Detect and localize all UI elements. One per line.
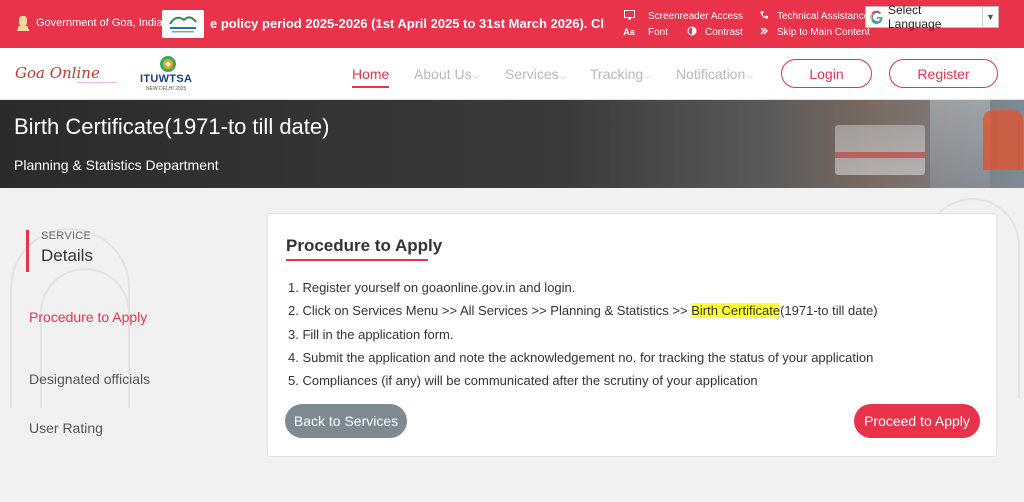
service-details-heading: SERVICE Details <box>26 230 93 272</box>
dropdown-arrow-icon: ▼ <box>982 7 998 27</box>
screenreader-access-link[interactable]: Screenreader Access <box>648 11 743 22</box>
banner-bus-stripe <box>835 152 925 158</box>
chevron-down-icon: ⌵ <box>559 71 567 81</box>
contrast-link[interactable]: Contrast <box>705 27 743 38</box>
chevron-down-icon: ⌵ <box>746 71 754 81</box>
nav-notification-label: Notification <box>676 66 746 82</box>
nav-about-label: About Us <box>414 66 472 82</box>
ituwtsa-text: ITUWTSA <box>140 73 193 85</box>
title-underline <box>286 259 428 261</box>
ituwtsa-logo[interactable]: ITUWTSA NEW DELHI 2025 <box>140 56 198 94</box>
details-label: Details <box>41 246 93 265</box>
nav-home-label: Home <box>352 66 390 82</box>
list-item: 5. Compliances (if any) will be communic… <box>288 373 758 389</box>
ituwtsa-subtext: NEW DELHI 2025 <box>146 86 187 92</box>
banner-building-image <box>930 100 990 188</box>
national-emblem-icon <box>17 16 29 31</box>
banner-person-image <box>983 110 1023 170</box>
procedure-steps: 1. Register yourself on goaonline.gov.in… <box>288 276 878 392</box>
skip-arrows-icon <box>757 26 771 38</box>
nav-about-us[interactable]: About Us⌵ <box>414 66 479 82</box>
chevron-down-icon: ⌵ <box>472 71 480 81</box>
government-label-group: Government of Goa, India <box>16 14 163 32</box>
contrast-icon <box>685 26 699 38</box>
service-label: SERVICE <box>41 230 92 242</box>
nav-services-label: Services <box>505 66 559 82</box>
login-button[interactable]: Login <box>781 59 872 88</box>
language-select[interactable]: Select Language ▼ <box>865 3 999 31</box>
proceed-to-apply-button[interactable]: Proceed to Apply <box>854 404 980 438</box>
list-item: 4. Submit the application and note the a… <box>288 349 874 365</box>
contrast-group: Contrast <box>685 26 743 38</box>
step-text: 2. Click on Services Menu >> All Service… <box>288 303 692 319</box>
chevron-down-icon: ⌵ <box>644 71 651 81</box>
department-name: Planning & Statistics Department <box>14 157 219 173</box>
procedure-title: Procedure to Apply <box>286 236 443 255</box>
sidebar-item-designated-officials[interactable]: Designated officials <box>29 371 150 387</box>
brand-name: Goa Online <box>15 64 100 82</box>
nav-home[interactable]: Home <box>352 66 390 88</box>
technical-assistance-link[interactable]: Technical Assistance <box>777 11 869 22</box>
highlighted-text: Birth Certificate <box>691 303 781 319</box>
monitor-icon <box>622 10 636 22</box>
sidebar-item-user-rating[interactable]: User Rating <box>29 420 103 436</box>
skip-to-main-link[interactable]: Skip to Main Content <box>777 27 870 38</box>
list-item: 1. Register yourself on goaonline.gov.in… <box>288 280 576 295</box>
procedure-card: Procedure to Apply 1. Register yourself … <box>267 213 997 457</box>
main-navbar: Goa Online ITUWTSA NEW DELHI 2025 Home A… <box>0 48 1024 100</box>
font-link[interactable]: Font <box>648 27 668 38</box>
nav-notification[interactable]: Notification⌵ <box>676 66 753 82</box>
page-banner: Birth Certificate(1971-to till date) Pla… <box>0 100 1024 188</box>
nav-services[interactable]: Services⌵ <box>505 66 567 82</box>
back-to-services-button[interactable]: Back to Services <box>285 404 407 438</box>
top-bar: Government of Goa, India e policy period… <box>0 0 1024 48</box>
ituwtsa-emblem-icon <box>160 56 176 72</box>
assistance-group: Technical Assistance Skip to Main Conten… <box>757 10 870 38</box>
phone-icon <box>757 10 771 22</box>
background-arch <box>40 268 130 408</box>
banner-bus-image <box>835 125 925 175</box>
goa-online-logo[interactable]: Goa Online <box>15 64 117 83</box>
page-title: Birth Certificate(1971-to till date) <box>14 114 330 139</box>
register-button[interactable]: Register <box>889 59 998 88</box>
goa-state-logo[interactable] <box>162 10 204 38</box>
nav-tracking-label: Tracking <box>590 66 644 82</box>
language-select-label: Select Language <box>887 3 942 31</box>
font-size-icon[interactable]: Aa <box>622 27 636 37</box>
announcement-ticker[interactable]: e policy period 2025-2026 (1st April 202… <box>210 8 605 40</box>
government-label[interactable]: Government of Goa, India <box>36 17 163 29</box>
google-icon <box>870 10 883 24</box>
step-text-tail: (1971-to till date) <box>780 303 878 319</box>
brand-underline <box>77 82 117 83</box>
nav-tracking[interactable]: Tracking⌵ <box>590 66 651 82</box>
sidebar-item-procedure[interactable]: Procedure to Apply <box>29 309 147 325</box>
list-item: 2. Click on Services Menu >> All Service… <box>288 299 878 322</box>
list-item: 3. Fill in the application form. <box>288 326 454 342</box>
